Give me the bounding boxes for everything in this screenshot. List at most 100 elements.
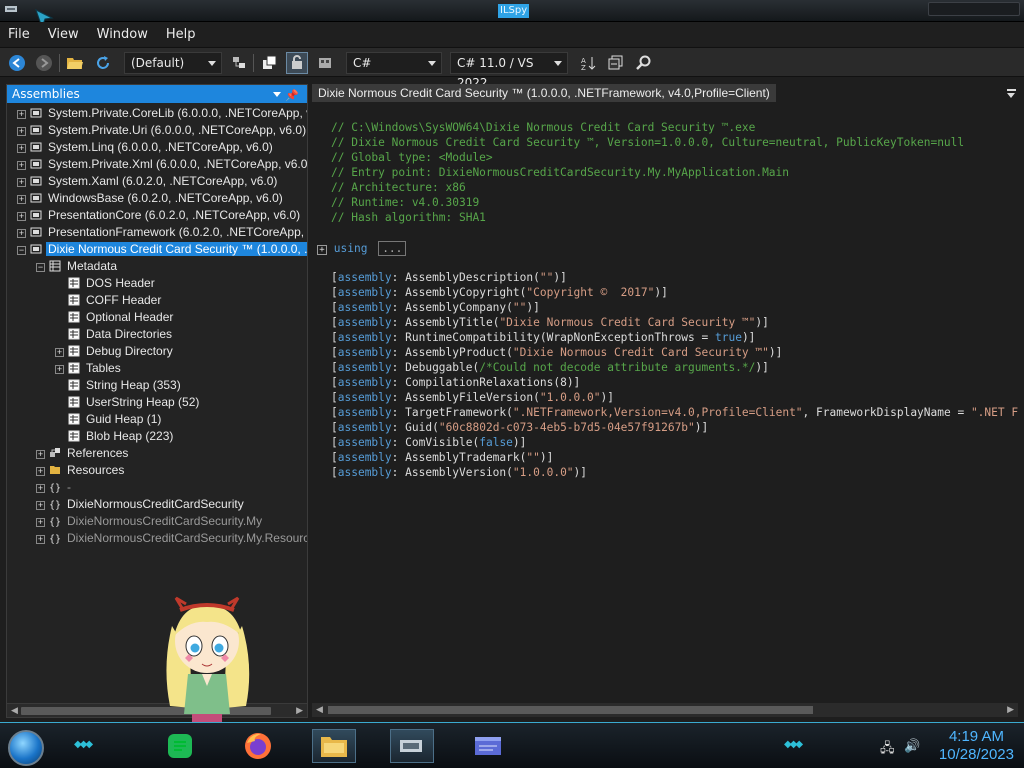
collapse-all-button[interactable] bbox=[605, 52, 627, 74]
decompiled-code-view[interactable]: + using ... // C:\Windows\SysWOW64\Dixie… bbox=[312, 104, 1018, 702]
tree-item[interactable]: Blob Heap (223) bbox=[55, 428, 175, 445]
expand-icon[interactable]: + bbox=[17, 195, 26, 204]
code-comment-line: // C:\Windows\SysWOW64\Dixie Normous Cre… bbox=[331, 121, 756, 134]
expand-icon[interactable]: + bbox=[17, 127, 26, 136]
expand-icon[interactable]: + bbox=[36, 484, 45, 493]
expand-icon[interactable]: + bbox=[17, 144, 26, 153]
expand-icon[interactable]: + bbox=[36, 450, 45, 459]
search-icon bbox=[636, 55, 651, 70]
tree-item[interactable]: + Debug Directory bbox=[55, 343, 175, 360]
scroll-right-icon[interactable]: ▶ bbox=[1007, 705, 1014, 715]
collapsed-using-placeholder[interactable]: ... bbox=[378, 241, 407, 256]
tree-item[interactable]: + {} DixieNormousCreditCardSecurity bbox=[36, 496, 246, 513]
tree-item[interactable]: Guid Heap (1) bbox=[55, 411, 163, 428]
taskbar-app-ilspy[interactable] bbox=[390, 729, 434, 763]
back-button[interactable] bbox=[6, 52, 28, 74]
expand-icon[interactable]: + bbox=[55, 348, 64, 357]
collapse-icon[interactable]: − bbox=[17, 246, 26, 255]
tree-item[interactable]: + {} DixieNormousCreditCardSecurity.My bbox=[36, 513, 264, 530]
search-button[interactable] bbox=[633, 52, 655, 74]
taskbar-app-firefox[interactable] bbox=[236, 729, 280, 763]
profile-select[interactable]: (Default) bbox=[124, 52, 222, 74]
scroll-thumb[interactable] bbox=[328, 706, 813, 714]
expand-icon[interactable]: + bbox=[36, 467, 45, 476]
tree-item[interactable]: + Tables bbox=[55, 360, 123, 377]
code-comment-line: // Runtime: v4.0.30319 bbox=[331, 196, 480, 209]
taskbar-clock[interactable]: 4:19 AM 10/28/2023 bbox=[939, 728, 1014, 764]
tree-item-label: System.Private.Uri (6.0.0.0, .NETCoreApp… bbox=[48, 123, 307, 137]
clock-time: 4:19 AM bbox=[948, 728, 1004, 745]
expand-icon[interactable]: + bbox=[36, 518, 45, 527]
tree-item[interactable]: + System.Private.Uri (6.0.0.0, .NETCoreAp… bbox=[17, 122, 307, 139]
code-comment-line: // Entry point: DixieNormousCreditCardSe… bbox=[331, 166, 790, 179]
menu-help[interactable]: Help bbox=[166, 27, 196, 42]
tree-item[interactable]: + {} - bbox=[36, 479, 73, 496]
cartoon-character-sticker bbox=[166, 596, 250, 722]
tree-item[interactable]: + WindowsBase (6.0.2.0, .NETCoreApp, v6.0… bbox=[17, 190, 285, 207]
tree-item[interactable]: + Resources bbox=[36, 462, 126, 479]
volume-icon[interactable]: 🔊 bbox=[904, 739, 920, 754]
svg-text:{}: {} bbox=[49, 483, 61, 493]
tree-item[interactable]: Data Directories bbox=[55, 326, 174, 343]
expand-icon[interactable]: + bbox=[36, 535, 45, 544]
window-controls[interactable] bbox=[928, 2, 1020, 16]
expand-icon[interactable]: + bbox=[36, 501, 45, 510]
app-menu-icon[interactable] bbox=[4, 4, 18, 14]
open-button[interactable] bbox=[64, 52, 86, 74]
document-tab[interactable]: Dixie Normous Credit Card Security ™ (1.… bbox=[312, 84, 776, 102]
tree-item[interactable]: COFF Header bbox=[55, 292, 163, 309]
tree-item[interactable]: + PresentationCore (6.0.2.0, .NETCoreApp,… bbox=[17, 207, 302, 224]
expand-icon[interactable]: + bbox=[17, 178, 26, 187]
tree-item[interactable]: Optional Header bbox=[55, 309, 175, 326]
expand-icon[interactable]: + bbox=[17, 212, 26, 221]
tree-item[interactable]: − Dixie Normous Credit Card Security ™ (1… bbox=[17, 241, 307, 258]
language-version-select[interactable]: C# 11.0 / VS 2022... bbox=[450, 52, 568, 90]
tree-item[interactable]: String Heap (353) bbox=[55, 377, 183, 394]
attribute-name: Debuggable bbox=[405, 361, 473, 374]
expand-icon[interactable]: + bbox=[55, 365, 64, 374]
tree-item[interactable]: UserString Heap (52) bbox=[55, 394, 201, 411]
taskbar-app-notes[interactable] bbox=[158, 729, 202, 763]
tree-item-label: - bbox=[67, 480, 71, 494]
expand-icon[interactable]: + bbox=[17, 161, 26, 170]
show-public-button[interactable] bbox=[259, 52, 281, 74]
tree-item[interactable]: + System.Private.CoreLib (6.0.0.0, .NETCo… bbox=[17, 105, 307, 122]
sort-button[interactable]: AZ bbox=[577, 52, 599, 74]
manage-lists-button[interactable] bbox=[228, 52, 250, 74]
expand-icon[interactable]: + bbox=[17, 110, 26, 119]
expand-icon[interactable]: + bbox=[17, 229, 26, 238]
tree-item[interactable]: + {} DixieNormousCreditCardSecurity.My.Res… bbox=[36, 530, 307, 547]
tree-item[interactable]: + PresentationFramework (6.0.2.0, .NETCor… bbox=[17, 224, 307, 241]
tree-item[interactable]: + System.Linq (6.0.0.0, .NETCoreApp, v6.0… bbox=[17, 139, 275, 156]
expand-using-icon[interactable]: + bbox=[317, 245, 327, 255]
tab-list-dropdown-icon[interactable] bbox=[1007, 89, 1016, 98]
taskbar-app-explorer[interactable] bbox=[312, 729, 356, 763]
scroll-left-icon[interactable]: ◀ bbox=[11, 706, 18, 716]
tree-item[interactable]: DOS Header bbox=[55, 275, 157, 292]
panel-menu-dropdown-icon[interactable] bbox=[273, 92, 281, 97]
assembly-icon bbox=[30, 142, 42, 152]
attribute-name: AssemblyFileVersion bbox=[405, 391, 534, 404]
show-all-button[interactable] bbox=[314, 52, 336, 74]
pin-icon[interactable]: 📌 bbox=[285, 87, 299, 105]
tree-item[interactable]: + System.Private.Xml (6.0.0.0, .NETCoreAp… bbox=[17, 156, 307, 173]
tree-item-label: DixieNormousCreditCardSecurity.My bbox=[67, 514, 263, 528]
show-internal-button[interactable] bbox=[286, 52, 308, 74]
scroll-right-icon[interactable]: ▶ bbox=[296, 706, 303, 716]
forward-button[interactable] bbox=[33, 52, 55, 74]
collapse-icon[interactable]: − bbox=[36, 263, 45, 272]
network-icon[interactable]: 🖧 bbox=[880, 739, 895, 761]
using-block[interactable]: + using ... bbox=[317, 241, 407, 256]
language-select[interactable]: C# bbox=[346, 52, 442, 74]
tree-item[interactable]: + References bbox=[36, 445, 130, 462]
menu-view[interactable]: View bbox=[48, 27, 79, 42]
menu-window[interactable]: Window bbox=[97, 27, 148, 42]
scroll-left-icon[interactable]: ◀ bbox=[316, 705, 323, 715]
code-view-hscrollbar[interactable]: ◀ ▶ bbox=[312, 703, 1018, 717]
start-button[interactable] bbox=[8, 730, 44, 766]
taskbar-app-window[interactable] bbox=[466, 729, 510, 763]
tree-item[interactable]: − Metadata bbox=[36, 258, 119, 275]
reload-button[interactable] bbox=[92, 52, 114, 74]
tree-item[interactable]: + System.Xaml (6.0.2.0, .NETCoreApp, v6.0… bbox=[17, 173, 279, 190]
menu-file[interactable]: File bbox=[8, 27, 30, 42]
